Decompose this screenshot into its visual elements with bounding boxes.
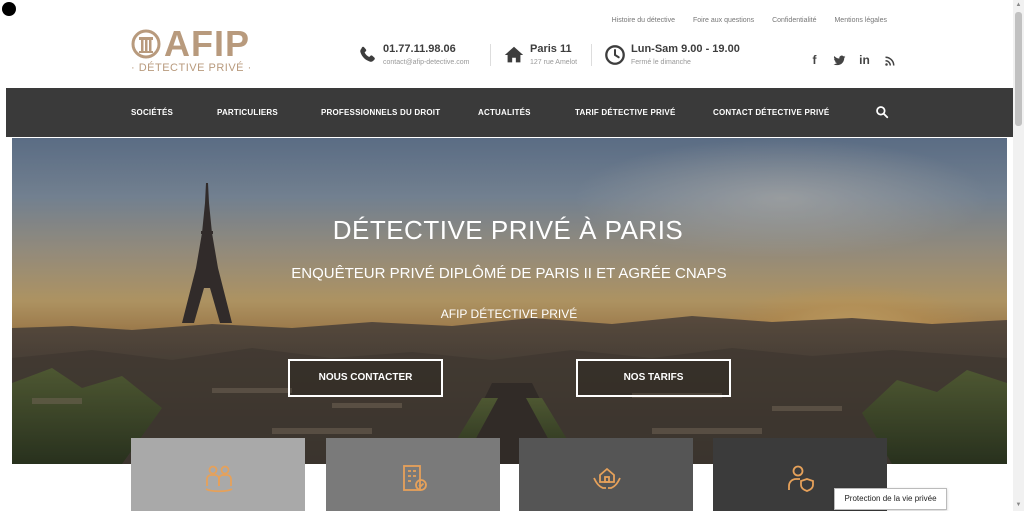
hero-title: DÉTECTIVE PRIVÉ À PARIS xyxy=(332,215,684,245)
scrollbar-thumb[interactable] xyxy=(1015,12,1022,126)
search-icon[interactable] xyxy=(875,105,889,119)
nav-item-contact[interactable]: CONTACT DÉTECTIVE PRIVÉ xyxy=(713,88,829,137)
tooltip-vie-privee: Protection de la vie privée xyxy=(834,488,947,510)
nav-item-professionnels[interactable]: PROFESSIONNELS DU DROIT xyxy=(321,88,440,137)
service-card-droit[interactable] xyxy=(519,438,693,511)
twitter-icon[interactable] xyxy=(833,54,846,67)
contact-hours-block: Lun-Sam 9.00 - 19.00 Fermé le dimanche xyxy=(604,42,744,70)
divider xyxy=(490,44,491,66)
pricing-button[interactable]: NOS TARIFS xyxy=(576,359,731,397)
home-icon xyxy=(504,46,524,63)
nav-item-societes[interactable]: SOCIÉTÉS xyxy=(131,88,173,137)
hero-brand: AFIP DÉTECTIVE PRIVÉ xyxy=(440,307,578,321)
logo[interactable]: AFIP · DÉTECTIVE PRIVÉ · xyxy=(131,26,252,75)
service-card-particuliers[interactable] xyxy=(131,438,305,511)
hero-subtitle: ENQUÊTEUR PRIVÉ DIPLÔMÉ DE PARIS II ET A… xyxy=(291,265,727,282)
top-link-histoire[interactable]: Histoire du détective xyxy=(612,16,675,26)
service-card-societes[interactable] xyxy=(326,438,500,511)
top-links: Histoire du détective Foire aux question… xyxy=(612,16,887,26)
logo-column-icon xyxy=(131,29,161,59)
nav-item-actualites[interactable]: ACTUALITÉS xyxy=(478,88,531,137)
nav-item-tarif[interactable]: TARIF DÉTECTIVE PRIVÉ xyxy=(575,88,676,137)
opening-hours: Lun-Sam 9.00 - 19.00 xyxy=(631,43,740,55)
contact-phone-block[interactable]: 01.77.11.98.06 contact@afip-detective.co… xyxy=(356,42,481,70)
person-shield-icon xyxy=(788,465,814,492)
clock-icon xyxy=(605,45,625,65)
page-scrollbar[interactable]: ▲ ▼ xyxy=(1013,0,1024,511)
page: AFIP · DÉTECTIVE PRIVÉ · Histoire du dét… xyxy=(0,0,1024,511)
social-links: f in xyxy=(808,54,896,67)
family-icon xyxy=(205,465,233,493)
linkedin-icon[interactable]: in xyxy=(858,54,871,67)
scroll-up-arrow-icon[interactable]: ▲ xyxy=(1013,0,1024,10)
phone-icon xyxy=(360,46,375,62)
house-hands-icon xyxy=(593,467,621,489)
top-link-confidentialite[interactable]: Confidentialité xyxy=(772,16,816,26)
closed-day: Fermé le dimanche xyxy=(631,59,691,66)
facebook-icon[interactable]: f xyxy=(808,54,821,67)
phone-number[interactable]: 01.77.11.98.06 xyxy=(383,43,456,56)
top-link-faq[interactable]: Foire aux questions xyxy=(693,16,754,26)
hero-banner xyxy=(12,138,1007,464)
divider xyxy=(591,44,592,66)
nav-item-particuliers[interactable]: PARTICULIERS xyxy=(217,88,278,137)
main-nav: SOCIÉTÉS PARTICULIERS PROFESSIONNELS DU … xyxy=(6,88,1013,137)
logo-wordmark: AFIP xyxy=(164,23,251,64)
address-street: 127 rue Amelot xyxy=(530,59,578,66)
contact-address-block: Paris 11 127 rue Amelot xyxy=(503,42,583,70)
logo-tagline: · DÉTECTIVE PRIVÉ · xyxy=(131,62,252,74)
hero-overlay xyxy=(12,138,1007,464)
contact-button[interactable]: NOUS CONTACTER xyxy=(288,359,443,397)
cursor-dot xyxy=(2,2,16,16)
address-city: Paris 11 xyxy=(530,43,572,55)
building-icon xyxy=(403,465,427,491)
email-address[interactable]: contact@afip-detective.com xyxy=(383,58,469,67)
rss-icon[interactable] xyxy=(883,54,896,67)
scroll-down-arrow-icon[interactable]: ▼ xyxy=(1013,500,1024,510)
top-link-mentions[interactable]: Mentions légales xyxy=(834,16,887,26)
